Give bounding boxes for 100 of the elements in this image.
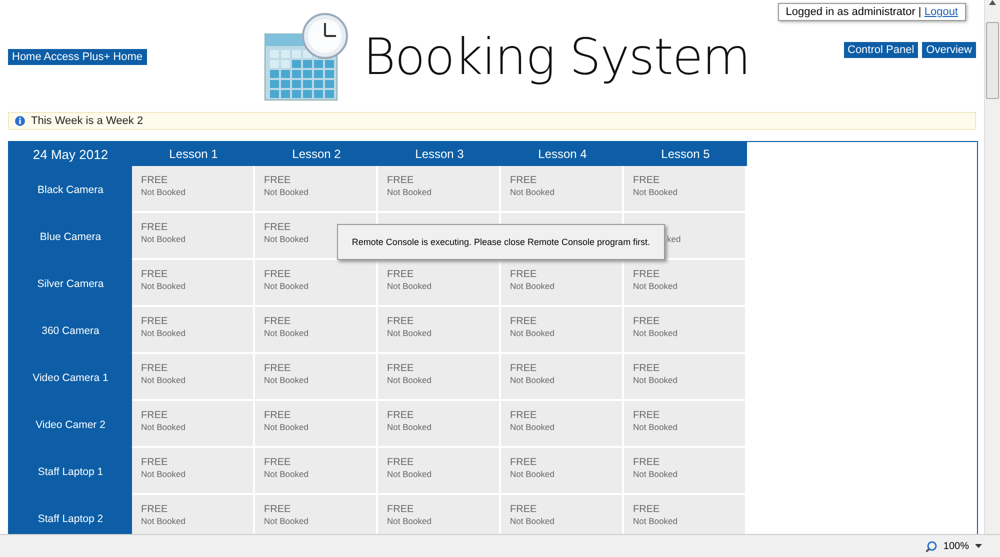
booking-slot[interactable]: FREE Not Booked: [132, 401, 255, 448]
booking-slot[interactable]: FREE Not Booked: [501, 166, 624, 213]
nav-button[interactable]: Control Panel: [844, 42, 918, 58]
booking-slot[interactable]: FREE Not Booked: [378, 495, 501, 534]
logout-link[interactable]: Logout: [924, 6, 958, 18]
booking-slot[interactable]: FREE Not Booked: [378, 448, 501, 495]
slot-note: Not Booked: [141, 375, 186, 385]
booking-slot[interactable]: FREE Not Booked: [132, 448, 255, 495]
slot-note: Not Booked: [387, 469, 432, 479]
slot-status: FREE: [633, 175, 660, 186]
booking-slot[interactable]: FREE Not Booked: [624, 166, 747, 213]
slot-note: Not Booked: [387, 516, 432, 526]
slot-status: FREE: [633, 504, 660, 515]
slot-note: Not Booked: [510, 422, 554, 432]
slot-status: FREE: [387, 269, 414, 280]
slot-note: Not Booked: [510, 281, 554, 291]
slot-status: FREE: [633, 363, 660, 374]
slot-note: Not Booked: [141, 234, 186, 244]
slot-status: FREE: [264, 175, 291, 186]
booking-slot[interactable]: FREE Not Booked: [255, 448, 378, 495]
slot-status: FREE: [510, 410, 537, 421]
booking-slot[interactable]: FREE Not Booked: [255, 307, 378, 354]
booking-slot[interactable]: FREE Not Booked: [624, 307, 747, 354]
booking-slot[interactable]: FREE Not Booked: [255, 260, 378, 307]
resource-name: Black Camera: [9, 166, 132, 213]
slot-note: Not Booked: [264, 281, 308, 291]
booking-slot[interactable]: FREE Not Booked: [624, 448, 747, 495]
zoom-icon: [926, 540, 938, 552]
scroll-up-icon: [989, 0, 996, 5]
slot-status: FREE: [141, 504, 168, 515]
slot-status: FREE: [387, 316, 414, 327]
booking-slot[interactable]: FREE Not Booked: [624, 495, 747, 534]
booking-slot[interactable]: FREE Not Booked: [624, 260, 747, 307]
slot-note: Not Booked: [510, 328, 554, 338]
booking-slot[interactable]: FREE Not Booked: [501, 495, 624, 534]
booking-slot[interactable]: FREE Not Booked: [132, 307, 255, 354]
slot-note: Not Booked: [633, 328, 678, 338]
slot-status: FREE: [264, 504, 291, 515]
slot-status: FREE: [387, 410, 414, 421]
slot-note: Not Booked: [633, 422, 678, 432]
slot-status: FREE: [141, 222, 168, 233]
slot-status: FREE: [264, 410, 291, 421]
booking-slot[interactable]: FREE Not Booked: [501, 401, 624, 448]
slot-status: FREE: [387, 175, 414, 186]
home-link[interactable]: Home Access Plus+ Home: [8, 49, 147, 65]
column-header: Lesson 4: [501, 142, 624, 166]
resource-name: Blue Camera: [9, 213, 132, 260]
slot-note: Not Booked: [633, 281, 678, 291]
booking-slot[interactable]: FREE Not Booked: [255, 401, 378, 448]
notice-text: This Week is a Week 2: [31, 115, 144, 127]
resource-name: 360 Camera: [9, 307, 132, 354]
booking-slot[interactable]: FREE Not Booked: [255, 166, 378, 213]
zoom-level[interactable]: 100%: [943, 540, 969, 552]
slot-status: FREE: [510, 175, 537, 186]
booking-slot[interactable]: FREE Not Booked: [132, 166, 255, 213]
booking-slot[interactable]: FREE Not Booked: [132, 260, 255, 307]
booking-slot[interactable]: FREE Not Booked: [501, 260, 624, 307]
slot-status: FREE: [264, 363, 291, 374]
dropdown-icon[interactable]: [975, 544, 982, 548]
slot-note: Not Booked: [633, 469, 678, 479]
column-header: Lesson 1: [132, 142, 255, 166]
slot-note: ked: [667, 234, 681, 244]
booking-slot[interactable]: FREE Not Booked: [255, 495, 378, 534]
booking-slot[interactable]: FREE Not Booked: [378, 401, 501, 448]
column-header: Lesson 5: [624, 142, 747, 166]
slot-status: FREE: [264, 222, 291, 233]
slot-note: Not Booked: [633, 516, 678, 526]
booking-slot[interactable]: FREE Not Booked: [378, 260, 501, 307]
booking-slot[interactable]: FREE Not Booked: [501, 448, 624, 495]
booking-slot[interactable]: FREE Not Booked: [378, 166, 501, 213]
slot-note: Not Booked: [264, 469, 308, 479]
column-header: Lesson 2: [255, 142, 378, 166]
slot-status: FREE: [633, 316, 660, 327]
booking-slot[interactable]: FREE Not Booked: [501, 354, 624, 401]
booking-slot[interactable]: FREE Not Booked: [624, 401, 747, 448]
booking-slot[interactable]: FREE Not Booked: [501, 307, 624, 354]
resource-name: Video Camer 2: [9, 401, 132, 448]
booking-slot[interactable]: FREE Not Booked: [132, 213, 255, 260]
slot-status: FREE: [387, 363, 414, 374]
column-header: Lesson 3: [378, 142, 501, 166]
slot-note: Not Booked: [264, 234, 308, 244]
slot-status: FREE: [141, 269, 168, 280]
slot-status: FREE: [510, 504, 537, 515]
slot-status: FREE: [141, 457, 168, 468]
slot-note: Not Booked: [264, 187, 308, 197]
slot-status: FREE: [141, 410, 168, 421]
booking-slot[interactable]: FREE Not Booked: [378, 307, 501, 354]
booking-slot[interactable]: FREE Not Booked: [624, 354, 747, 401]
booking-slot[interactable]: FREE Not Booked: [132, 495, 255, 534]
slot-note: Not Booked: [387, 281, 432, 291]
resource-name: Staff Laptop 1: [9, 448, 132, 495]
booking-slot[interactable]: FREE Not Booked: [378, 354, 501, 401]
slot-note: Not Booked: [141, 516, 186, 526]
scrollbar-thumb[interactable]: [986, 22, 999, 99]
nav-button[interactable]: Overview: [922, 42, 976, 58]
slot-status: FREE: [510, 457, 537, 468]
booking-slot[interactable]: FREE Not Booked: [255, 354, 378, 401]
slot-note: Not Booked: [510, 469, 554, 479]
booking-slot[interactable]: FREE Not Booked: [132, 354, 255, 401]
resource-name: Video Camera 1: [9, 354, 132, 401]
